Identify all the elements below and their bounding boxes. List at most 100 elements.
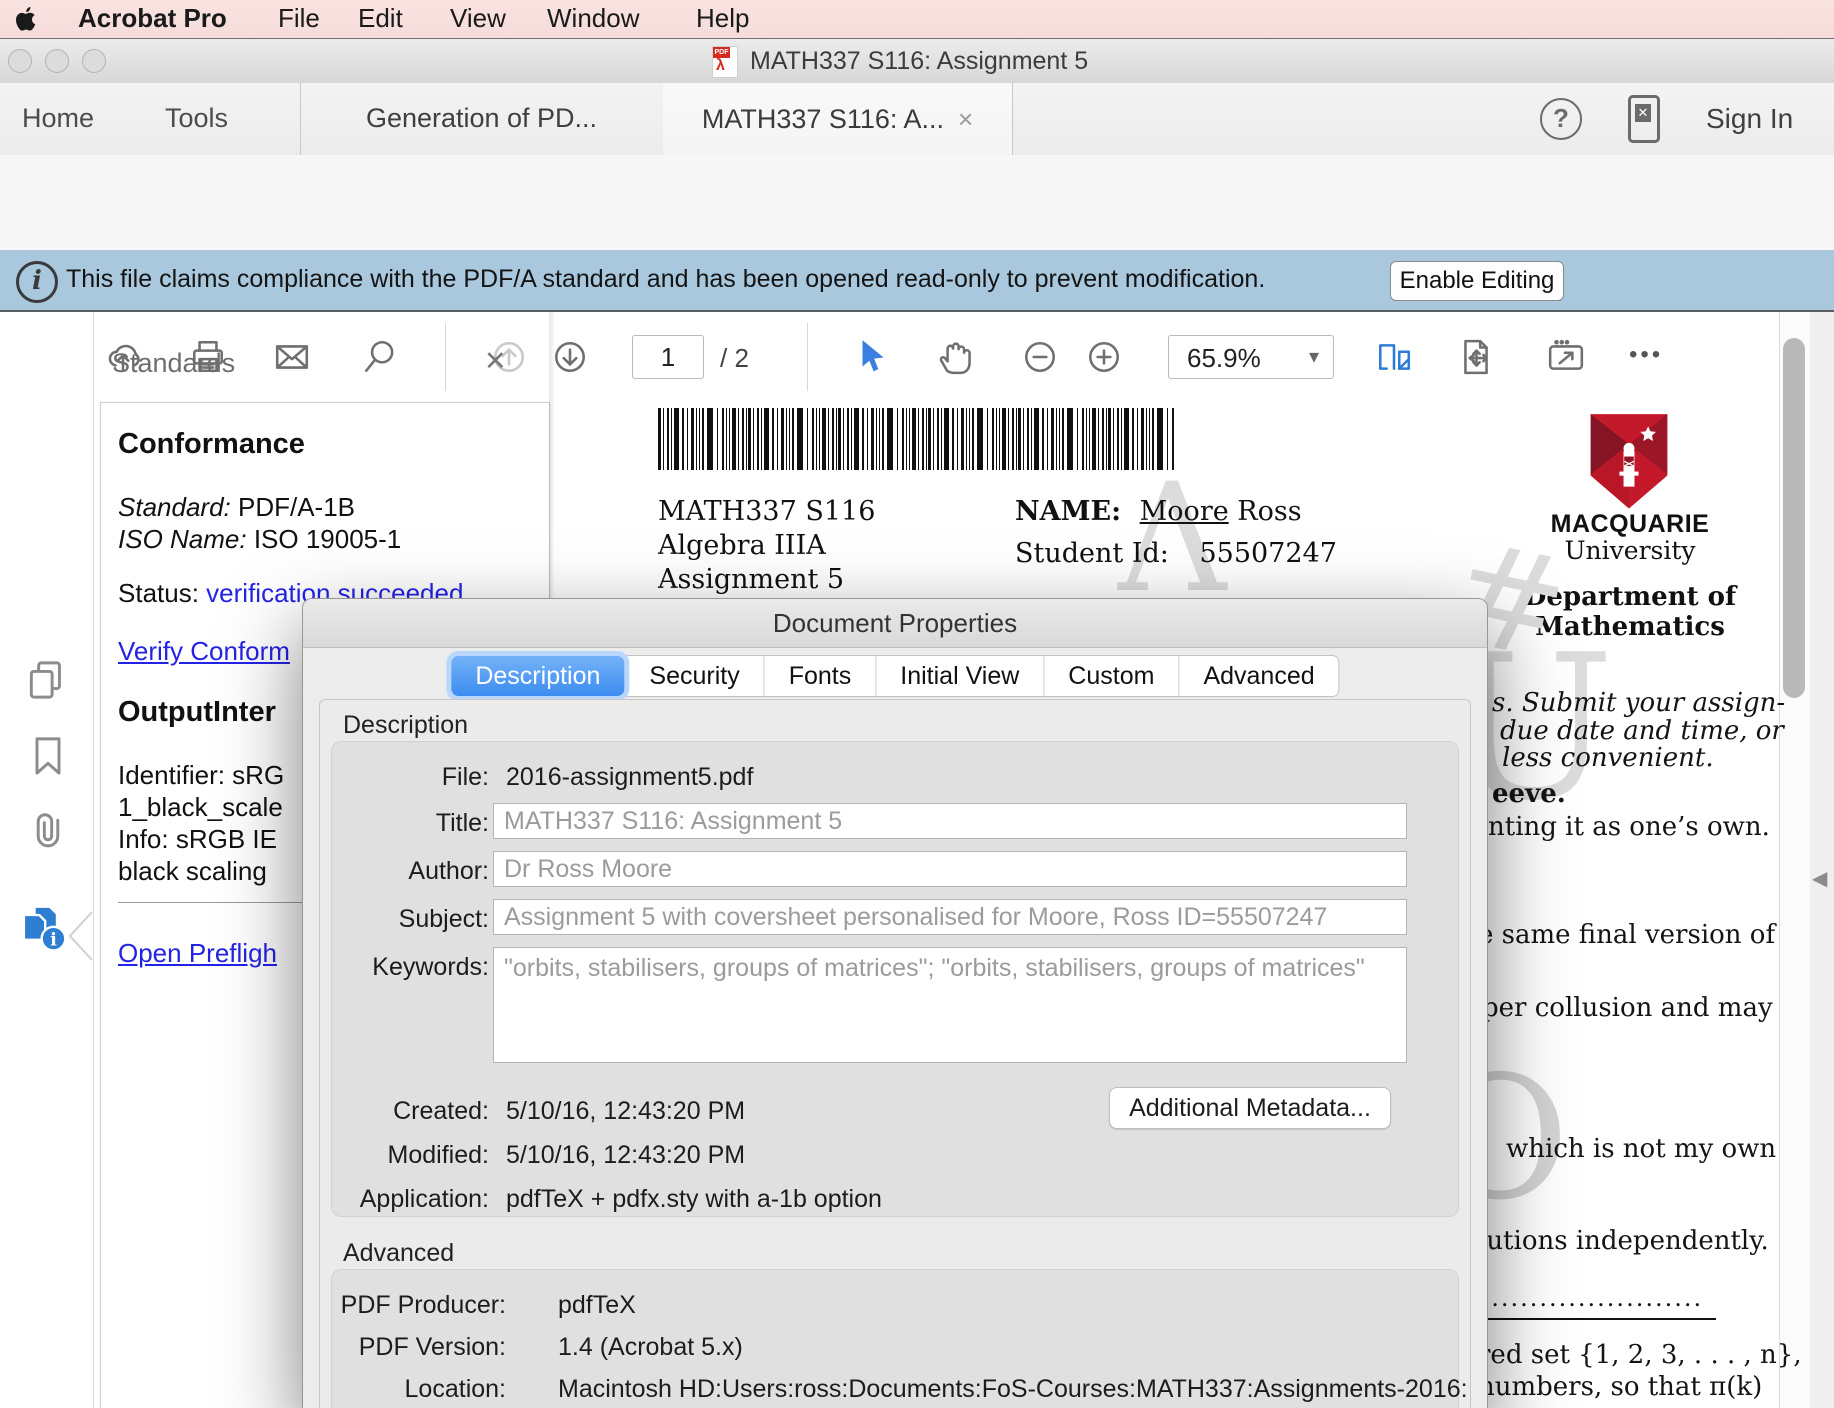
description-section-heading: Description: [343, 711, 468, 740]
tab-security[interactable]: Security: [624, 656, 763, 696]
bookmarks-icon[interactable]: [26, 734, 70, 783]
page-number-input[interactable]: 1: [632, 335, 704, 379]
doc-name-line: NAME: Moore Ross: [1015, 496, 1302, 527]
traffic-light-minimize-button[interactable]: [45, 49, 69, 73]
menu-edit[interactable]: Edit: [358, 3, 403, 34]
tab-advanced[interactable]: Advanced: [1178, 656, 1338, 696]
help-icon[interactable]: ?: [1540, 98, 1582, 140]
page-count-label: / 2: [720, 343, 749, 374]
doc-fragment: which is not my own: [1506, 1134, 1776, 1164]
pdfa-notification-bar: i This file claims compliance with the P…: [0, 250, 1834, 312]
identifier-line: Identifier: sRG: [118, 760, 284, 791]
location-label: Location:: [323, 1375, 506, 1404]
email-button[interactable]: [270, 335, 314, 379]
zoom-out-button[interactable]: [1018, 335, 1062, 379]
menu-file[interactable]: File: [278, 3, 320, 34]
close-icon[interactable]: ✕: [484, 346, 507, 377]
standard-line: Standard: PDF/A-1B: [118, 492, 355, 523]
chevron-down-icon: ▾: [1309, 344, 1319, 369]
toolbar-separator: [445, 323, 446, 391]
doc-tab-inactive[interactable]: Generation of PD...: [300, 103, 663, 134]
subject-field[interactable]: Assignment 5 with coversheet personalise…: [493, 899, 1407, 935]
barcode: [658, 408, 1178, 470]
toolbar: 1 / 2 65.9% ▾ •••: [0, 155, 1834, 251]
outputintent-heading: OutputInter: [118, 696, 276, 729]
traffic-light-close-button[interactable]: [8, 49, 32, 73]
standards-pane-icon[interactable]: i: [18, 902, 70, 959]
identifier-line2: 1_black_scale: [118, 792, 283, 823]
panel-pointer-notch: [66, 910, 94, 962]
menu-view[interactable]: View: [450, 3, 506, 34]
select-tool-button[interactable]: [850, 335, 894, 379]
menu-window[interactable]: Window: [547, 3, 639, 34]
mobile-device-icon[interactable]: ✕: [1628, 95, 1660, 143]
hand-tool-button[interactable]: [933, 335, 977, 379]
menu-bar: Acrobat Pro File Edit View Window Help: [0, 0, 1834, 38]
pdf-version-label: PDF Version:: [323, 1333, 506, 1362]
doc-fragment: nting it as one’s own.: [1488, 812, 1770, 842]
tab-fonts[interactable]: Fonts: [764, 656, 876, 696]
info-icon: i: [16, 261, 58, 303]
menu-help[interactable]: Help: [696, 3, 749, 34]
enable-editing-button[interactable]: Enable Editing: [1390, 261, 1564, 301]
fit-width-button[interactable]: [1372, 335, 1416, 379]
application-label: Application:: [323, 1185, 489, 1214]
dialog-title: Document Properties: [303, 599, 1487, 648]
created-value: 5/10/16, 12:43:20 PM: [506, 1097, 745, 1126]
additional-metadata-button[interactable]: Additional Metadata...: [1109, 1087, 1391, 1129]
title-field[interactable]: MATH337 S116: Assignment 5: [493, 803, 1407, 839]
zoom-in-button[interactable]: [1082, 335, 1126, 379]
traffic-light-zoom-button[interactable]: [82, 49, 106, 73]
doc-name-last: Ross: [1237, 496, 1301, 527]
author-field[interactable]: Dr Ross Moore: [493, 851, 1407, 887]
verify-conformance-link[interactable]: Verify Conform: [118, 636, 290, 667]
pdf-version-value: 1.4 (Acrobat 5.x): [558, 1333, 743, 1362]
subject-label: Subject:: [323, 905, 489, 934]
info-line: Info: sRGB IE: [118, 824, 277, 855]
toolbar-separator: [807, 323, 808, 391]
advanced-section-heading: Advanced: [343, 1239, 454, 1268]
title-label: Title:: [323, 809, 489, 838]
zoom-level-value: 65.9%: [1187, 343, 1261, 374]
doc-course-name: Algebra IIIA: [658, 530, 826, 561]
keywords-label: Keywords:: [323, 953, 489, 982]
tab-separator: [1012, 83, 1013, 155]
tab-description[interactable]: Description: [451, 656, 624, 696]
tab-close-icon[interactable]: ×: [958, 104, 973, 135]
conformance-heading: Conformance: [118, 428, 305, 461]
macquarie-logo: [1588, 412, 1670, 512]
search-icon[interactable]: [358, 335, 402, 379]
fit-page-button[interactable]: [1454, 335, 1498, 379]
zoom-level-select[interactable]: 65.9% ▾: [1168, 335, 1334, 379]
pdf-producer-value: pdfTeX: [558, 1291, 636, 1320]
fullscreen-button[interactable]: [1544, 335, 1588, 379]
doc-fragment: s. Submit your assign-: [1492, 688, 1785, 718]
doc-fragment: per collusion and may: [1482, 993, 1773, 1023]
pdf-file-icon: PDF λ: [712, 46, 738, 78]
doc-name-first: Moore: [1140, 496, 1229, 527]
page-thumbnails-icon[interactable]: [24, 658, 68, 707]
doc-assignment: Assignment 5: [658, 564, 844, 595]
doc-fragment: eeve.: [1492, 779, 1566, 809]
attachments-icon[interactable]: [26, 808, 70, 857]
dialog-tab-bar: Description Security Fonts Initial View …: [450, 655, 1339, 697]
tab-custom[interactable]: Custom: [1043, 656, 1178, 696]
tab-initial-view[interactable]: Initial View: [875, 656, 1043, 696]
collapse-pane-handle[interactable]: ◀: [1812, 866, 1827, 891]
file-label: File:: [323, 763, 489, 792]
doc-fragment: due date and time, or: [1500, 716, 1784, 746]
more-tools-icon[interactable]: •••: [1629, 341, 1663, 369]
doc-tab-active[interactable]: MATH337 S116: A... ×: [663, 83, 1012, 155]
open-preflight-link[interactable]: Open Prefligh: [118, 938, 277, 969]
doc-fragment: lutions independently.: [1478, 1226, 1769, 1256]
tab-tools[interactable]: Tools: [165, 103, 228, 134]
tab-home[interactable]: Home: [22, 103, 94, 134]
doc-fragment: e same final version of: [1478, 920, 1775, 950]
scrollbar-thumb[interactable]: [1783, 338, 1805, 698]
window-title-bar: PDF λ MATH337 S116: Assignment 5: [0, 38, 1834, 84]
menu-app-name[interactable]: Acrobat Pro: [78, 3, 227, 34]
apple-logo[interactable]: [14, 6, 38, 32]
keywords-field[interactable]: "orbits, stabilisers, groups of matrices…: [493, 947, 1407, 1063]
sign-in-button[interactable]: Sign In: [1706, 103, 1793, 135]
notification-message: This file claims compliance with the PDF…: [66, 265, 1265, 294]
